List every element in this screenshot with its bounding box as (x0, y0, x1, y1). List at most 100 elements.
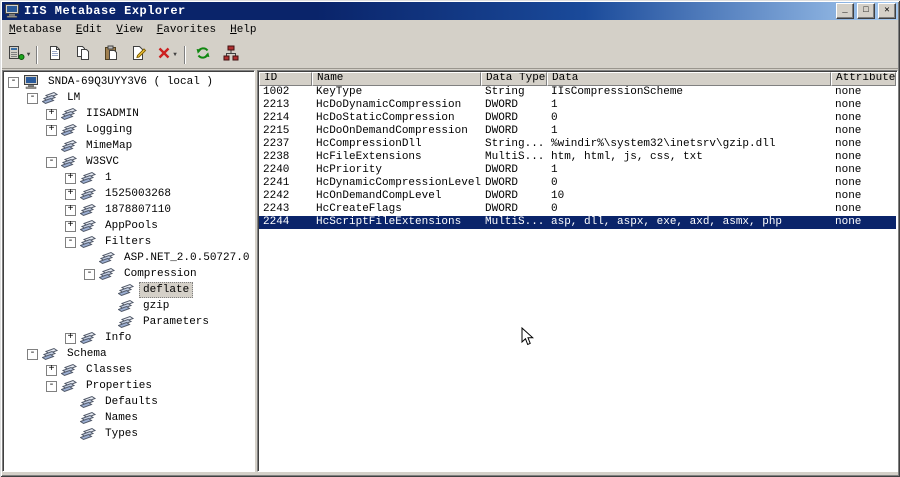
toolbar: ▼ ▼ (2, 41, 898, 69)
cell-id: 2237 (263, 138, 290, 150)
dropdown-arrow-icon[interactable]: ▼ (27, 51, 31, 58)
tree-item-label: MimeMap (86, 140, 133, 152)
records-table: ID Name Data Type Data Attributes 1002 KeyTyp… (257, 70, 898, 472)
tree-item-info[interactable]: + Info (3, 330, 254, 346)
cell-data-type: MultiS... (485, 151, 545, 163)
tree-toggle-icon[interactable]: - (8, 76, 19, 88)
paste-record-button[interactable] (97, 44, 125, 66)
main-content: - SNDA-69Q3UYY3V6 ( local ) - LM + IISADMIN + L… (2, 70, 898, 472)
tree-item-compression[interactable]: - Compression (3, 266, 254, 282)
refresh-button[interactable] (189, 44, 217, 66)
tree-item-deflate[interactable]: deflate (3, 282, 254, 298)
minimize-button[interactable]: _ (836, 3, 854, 19)
edit-record-button[interactable] (125, 44, 153, 66)
tree-item-classes[interactable]: + Classes (3, 362, 254, 378)
cell-name: HcFileExtensions (316, 151, 422, 163)
tree-item-1878807110[interactable]: +1878807110 (3, 202, 254, 218)
tree-item-logging[interactable]: + Logging (3, 122, 254, 138)
key-icon (117, 315, 135, 329)
tree-item-w3svc[interactable]: - W3SVC (3, 154, 254, 170)
tree-toggle-icon[interactable]: + (65, 188, 76, 200)
menu-metabase[interactable]: Metabase (2, 21, 69, 40)
cell-attributes: none (835, 99, 862, 111)
column-header-data[interactable]: Data (547, 72, 831, 86)
tree-item-defaults[interactable]: Defaults (3, 394, 254, 410)
cell-data: 0 (551, 203, 558, 215)
network-view-button[interactable] (217, 44, 245, 66)
copy-icon (75, 45, 91, 65)
table-row-2238[interactable]: 2238 HcFileExtensions MultiS... htm, html, … (259, 151, 896, 164)
tree-toggle-icon[interactable]: - (46, 380, 57, 392)
tree-item-properties[interactable]: - Properties (3, 378, 254, 394)
cell-attributes: none (835, 164, 862, 176)
tree-item-1[interactable]: +1 (3, 170, 254, 186)
cell-data: htm, html, js, css, txt (551, 151, 703, 163)
tree-toggle-icon[interactable]: + (46, 124, 57, 136)
tree-item-types[interactable]: Types (3, 426, 254, 442)
menu-help[interactable]: Help (223, 21, 263, 40)
tree-item-apppools[interactable]: + AppPools (3, 218, 254, 234)
tree-toggle-icon[interactable]: - (65, 236, 76, 248)
tree-toggle-icon[interactable]: + (65, 220, 76, 232)
tree-toggle-icon[interactable]: + (65, 332, 76, 344)
tree-item-lm[interactable]: - LM (3, 90, 254, 106)
server-icon (8, 45, 25, 65)
cell-id: 2214 (263, 112, 290, 124)
tree-toggle-icon[interactable]: - (84, 268, 95, 280)
table-row-2244[interactable]: 2244 HcScriptFileExtensions MultiS... asp, … (259, 216, 896, 229)
tree-toggle-icon[interactable]: + (46, 364, 57, 376)
toolbar-separator (184, 45, 186, 64)
tree-item-gzip[interactable]: gzip (3, 298, 254, 314)
column-header-data-type[interactable]: Data Type (481, 72, 547, 86)
cell-id: 2242 (263, 190, 290, 202)
copy-record-button[interactable] (69, 44, 97, 66)
delete-record-button[interactable]: ▼ (153, 44, 181, 66)
tree-toggle-icon[interactable]: + (65, 172, 76, 184)
cell-id: 2241 (263, 177, 290, 189)
column-header-id[interactable]: ID (259, 72, 312, 86)
maximize-button[interactable]: □ (857, 3, 875, 19)
tree-item-label: Parameters (143, 316, 210, 328)
tree-item-1525003268[interactable]: +1525003268 (3, 186, 254, 202)
tree-item-names[interactable]: Names (3, 410, 254, 426)
table-row-2237[interactable]: 2237 HcCompressionDll String... %windir%\sy… (259, 138, 896, 151)
tree-item-mimemap[interactable]: MimeMap (3, 138, 254, 154)
new-record-button[interactable] (41, 44, 69, 66)
tree-item-asp-net-2-0-50727-0[interactable]: ASP.NET_2.0.50727.0 (3, 250, 254, 266)
tree-item-snda-69q3uyy3v6-local[interactable]: - SNDA-69Q3UYY3V6 ( local ) (3, 74, 254, 90)
tree-item-label: Schema (67, 348, 107, 360)
table-row-2214[interactable]: 2214 HcDoStaticCompression DWORD 0 none (259, 112, 896, 125)
table-row-2241[interactable]: 2241 HcDynamicCompressionLevel DWORD 0 none (259, 177, 896, 190)
dropdown-arrow-icon[interactable]: ▼ (173, 51, 177, 58)
table-row-2213[interactable]: 2213 HcDoDynamicCompression DWORD 1 none (259, 99, 896, 112)
cell-name: HcDoStaticCompression (316, 112, 455, 124)
menu-favorites[interactable]: Favorites (150, 21, 223, 40)
tree-toggle-icon[interactable]: + (46, 108, 57, 120)
table-row-1002[interactable]: 1002 KeyType String IIsCompressionScheme non… (259, 86, 896, 99)
tree-item-parameters[interactable]: Parameters (3, 314, 254, 330)
tree-toggle-icon[interactable]: + (65, 204, 76, 216)
cell-data: 1 (551, 99, 558, 111)
tree-item-filters[interactable]: - Filters (3, 234, 254, 250)
tree-toggle-icon[interactable]: - (27, 92, 38, 104)
tree-toggle-icon[interactable]: - (27, 348, 38, 360)
tree-item-schema[interactable]: - Schema (3, 346, 254, 362)
tree-item-iisadmin[interactable]: + IISADMIN (3, 106, 254, 122)
column-header-attributes[interactable]: Attributes (831, 72, 896, 86)
tree-toggle-icon[interactable]: - (46, 156, 57, 168)
menu-view[interactable]: View (109, 21, 149, 40)
close-button[interactable]: ✕ (878, 3, 896, 19)
cell-data: 1 (551, 125, 558, 137)
table-row-2240[interactable]: 2240 HcPriority DWORD 1 none (259, 164, 896, 177)
menu-edit[interactable]: Edit (69, 21, 109, 40)
menu-bar: Metabase Edit View Favorites Help (2, 20, 898, 41)
tree-item-label: Types (105, 428, 139, 440)
table-row-2243[interactable]: 2243 HcCreateFlags DWORD 0 none (259, 203, 896, 216)
column-header-name[interactable]: Name (312, 72, 481, 86)
connect-server-button[interactable]: ▼ (5, 44, 33, 66)
tree-item-label: Logging (86, 124, 133, 136)
table-row-2242[interactable]: 2242 HcOnDemandCompLevel DWORD 10 none (259, 190, 896, 203)
table-row-2215[interactable]: 2215 HcDoOnDemandCompression DWORD 1 none (259, 125, 896, 138)
cell-data-type: String (485, 86, 525, 98)
cell-id: 2243 (263, 203, 290, 215)
